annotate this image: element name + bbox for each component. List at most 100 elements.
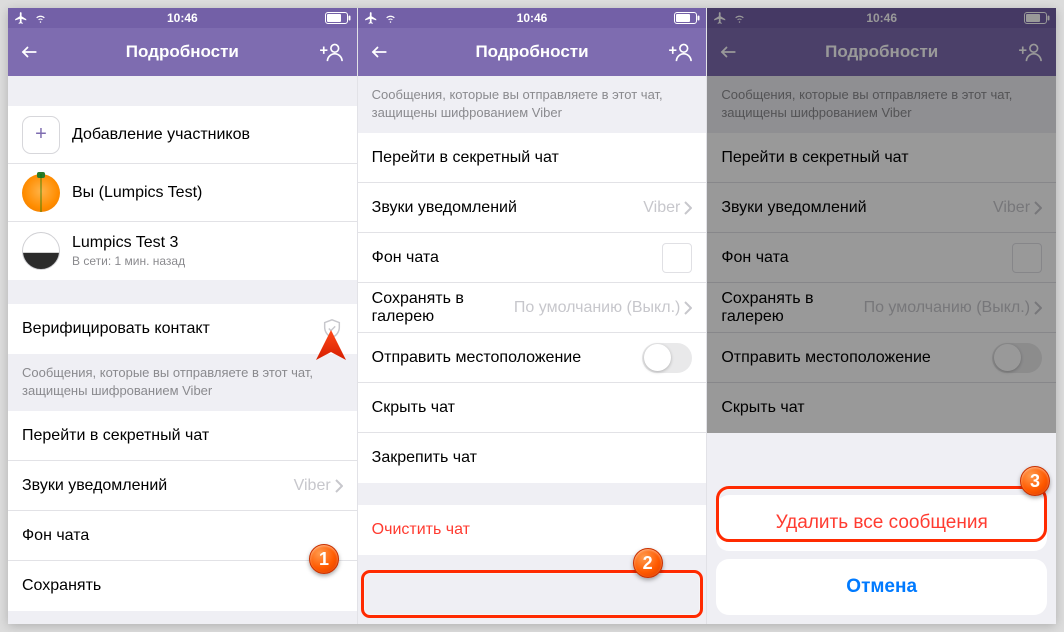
cancel-button[interactable]: Отмена — [716, 559, 1047, 615]
encryption-note: Сообщения, которые вы отправляете в этот… — [707, 76, 1056, 133]
background-swatch — [662, 243, 692, 273]
battery-icon — [674, 12, 700, 24]
battery-icon — [1024, 12, 1050, 24]
save-gallery-label: Сохранять в галерею — [721, 290, 831, 326]
you-label: Вы (Lumpics Test) — [72, 184, 343, 202]
pin-chat-row[interactable]: Закрепить чат — [358, 433, 707, 483]
send-location-toggle — [992, 343, 1042, 373]
chevron-right-icon — [335, 479, 343, 493]
phone-2: 10:46 Подробности Сообщения, которые вы … — [357, 8, 707, 624]
verify-contact-row[interactable]: Верифицировать контакт — [8, 304, 357, 354]
notification-sounds-row[interactable]: Звуки уведомлений Viber — [358, 183, 707, 233]
hide-chat-label: Скрыть чат — [372, 399, 693, 417]
chat-background-row[interactable]: Фон чата — [358, 233, 707, 283]
save-gallery-row-partial[interactable]: Сохранять — [8, 561, 357, 611]
delete-all-messages-button[interactable]: Удалить все сообщения — [716, 495, 1047, 551]
back-button[interactable] — [20, 43, 38, 61]
sounds-value: Viber — [993, 199, 1030, 217]
chevron-right-icon — [1034, 301, 1042, 315]
hide-chat-label: Скрыть чат — [721, 399, 1042, 417]
save-gallery-value: По умолчанию (Выкл.) — [514, 299, 680, 317]
secret-chat-label: Перейти в секретный чат — [721, 149, 1042, 167]
avatar-photo-icon — [22, 232, 60, 270]
contact-status: В сети: 1 мин. назад — [72, 254, 343, 268]
add-contact-button[interactable] — [319, 41, 345, 63]
chat-background-row[interactable]: Фон чата — [8, 511, 357, 561]
sounds-value: Viber — [294, 477, 331, 495]
save-label-partial: Сохранять — [22, 577, 343, 595]
battery-icon — [325, 12, 351, 24]
encryption-note: Сообщения, которые вы отправляете в этот… — [8, 354, 357, 411]
chevron-right-icon — [1034, 201, 1042, 215]
send-location-toggle[interactable] — [642, 343, 692, 373]
wifi-icon — [732, 12, 747, 24]
wifi-icon — [33, 12, 48, 24]
content-area: + Добавление участников Вы (Lumpics Test… — [8, 76, 357, 611]
secret-chat-row[interactable]: Перейти в секретный чат — [358, 133, 707, 183]
highlight-clear-chat — [361, 570, 704, 618]
add-contact-button[interactable] — [1018, 41, 1044, 63]
you-row[interactable]: Вы (Lumpics Test) — [8, 164, 357, 222]
back-button[interactable] — [370, 43, 388, 61]
chat-background-row: Фон чата — [707, 233, 1056, 283]
pin-chat-label: Закрепить чат — [372, 449, 693, 467]
shield-icon — [321, 318, 343, 340]
status-time: 10:46 — [866, 11, 897, 25]
status-bar: 10:46 — [707, 8, 1056, 28]
status-time: 10:46 — [517, 11, 548, 25]
sounds-value: Viber — [643, 199, 680, 217]
nav-title: Подробности — [825, 42, 938, 62]
contact-row[interactable]: Lumpics Test 3 В сети: 1 мин. назад — [8, 222, 357, 280]
sounds-label: Звуки уведомлений — [22, 477, 294, 495]
contact-name: Lumpics Test 3 — [72, 234, 343, 252]
content-area: Сообщения, которые вы отправляете в этот… — [358, 76, 707, 555]
add-contact-button[interactable] — [668, 41, 694, 63]
background-label: Фон чата — [721, 249, 1012, 267]
action-sheet: Удалить все сообщения Отмена — [707, 486, 1056, 624]
delete-all-label: Удалить все сообщения — [776, 512, 988, 534]
screenshot-triptych: 10:46 Подробности + Добавление участнико… — [8, 8, 1056, 624]
hide-chat-row: Скрыть чат — [707, 383, 1056, 433]
save-gallery-label: Сохранять в галерею — [372, 290, 482, 326]
clear-chat-label: Очистить чат — [372, 521, 693, 539]
status-time: 10:46 — [167, 11, 198, 25]
verify-label: Верифицировать контакт — [22, 320, 321, 338]
save-gallery-row[interactable]: Сохранять в галерею По умолчанию (Выкл.) — [358, 283, 707, 333]
nav-bar: Подробности — [358, 28, 707, 76]
hide-chat-row[interactable]: Скрыть чат — [358, 383, 707, 433]
nav-title: Подробности — [126, 42, 239, 62]
secret-chat-row[interactable]: Перейти в секретный чат — [8, 411, 357, 461]
nav-title: Подробности — [475, 42, 588, 62]
send-location-row[interactable]: Отправить местоположение — [358, 333, 707, 383]
save-gallery-value: По умолчанию (Выкл.) — [864, 299, 1030, 317]
airplane-icon — [364, 11, 378, 25]
back-button[interactable] — [719, 43, 737, 61]
chevron-right-icon — [684, 301, 692, 315]
send-location-label: Отправить местоположение — [721, 349, 992, 367]
avatar-orange-icon — [22, 174, 60, 212]
secret-chat-label: Перейти в секретный чат — [22, 427, 343, 445]
background-label: Фон чата — [372, 249, 663, 267]
phone-3: 10:46 Подробности Сообщения, которые вы … — [706, 8, 1056, 624]
cancel-label: Отмена — [846, 576, 917, 598]
add-participants-label: Добавление участников — [72, 126, 343, 144]
sounds-label: Звуки уведомлений — [372, 199, 644, 217]
notification-sounds-row: Звуки уведомлений Viber — [707, 183, 1056, 233]
clear-chat-row[interactable]: Очистить чат — [358, 505, 707, 555]
wifi-icon — [383, 12, 398, 24]
save-gallery-row: Сохранять в галерею По умолчанию (Выкл.) — [707, 283, 1056, 333]
plus-icon: + — [22, 116, 60, 154]
add-participants-row[interactable]: + Добавление участников — [8, 106, 357, 164]
nav-bar: Подробности — [707, 28, 1056, 76]
notification-sounds-row[interactable]: Звуки уведомлений Viber — [8, 461, 357, 511]
airplane-icon — [14, 11, 28, 25]
send-location-row: Отправить местоположение — [707, 333, 1056, 383]
secret-chat-label: Перейти в секретный чат — [372, 149, 693, 167]
phone-1: 10:46 Подробности + Добавление участнико… — [8, 8, 357, 624]
encryption-note: Сообщения, которые вы отправляете в этот… — [358, 76, 707, 133]
status-bar: 10:46 — [358, 8, 707, 28]
secret-chat-row: Перейти в секретный чат — [707, 133, 1056, 183]
content-area: Сообщения, которые вы отправляете в этот… — [707, 76, 1056, 433]
background-swatch — [1012, 243, 1042, 273]
background-label: Фон чата — [22, 527, 343, 545]
